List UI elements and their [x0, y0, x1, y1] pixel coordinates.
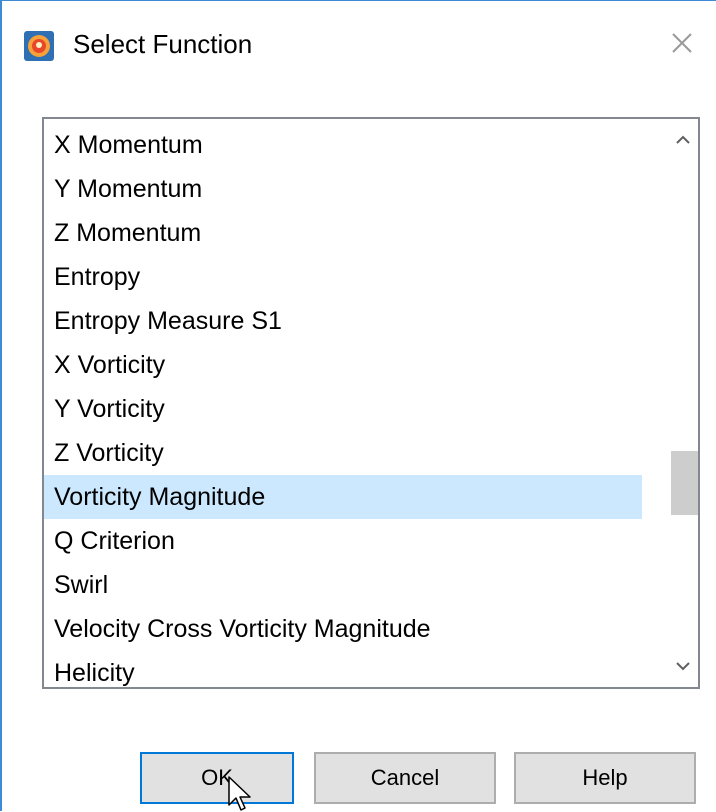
- list-item[interactable]: Y Vorticity: [44, 387, 642, 431]
- list-item[interactable]: X Vorticity: [44, 343, 642, 387]
- close-icon[interactable]: [666, 27, 698, 59]
- chevron-up-icon[interactable]: [668, 119, 698, 159]
- list-item[interactable]: Z Momentum: [44, 211, 642, 255]
- list-item[interactable]: Q Criterion: [44, 519, 642, 563]
- cancel-button[interactable]: Cancel: [314, 752, 496, 804]
- chevron-down-icon[interactable]: [668, 647, 698, 687]
- list-item[interactable]: Velocity Cross Vorticity Magnitude: [44, 607, 642, 651]
- dialog-title: Select Function: [73, 29, 253, 59]
- ok-button[interactable]: OK: [140, 752, 294, 804]
- list-item[interactable]: Entropy: [44, 255, 642, 299]
- list-item[interactable]: Y Momentum: [44, 167, 642, 211]
- list-item[interactable]: Z Vorticity: [44, 431, 642, 475]
- list-item-selected[interactable]: Vorticity Magnitude: [44, 475, 642, 519]
- list-item[interactable]: Helicity: [44, 651, 642, 687]
- list-item[interactable]: X Momentum: [44, 123, 642, 167]
- scrollbar-thumb[interactable]: [671, 451, 698, 515]
- title-bar[interactable]: Select Function: [2, 1, 716, 93]
- function-list: X Momentum Y Momentum Z Momentum Entropy…: [44, 119, 642, 687]
- list-item[interactable]: Swirl: [44, 563, 642, 607]
- tecplot-app-icon: [24, 31, 54, 61]
- list-item[interactable]: Entropy Measure S1: [44, 299, 642, 343]
- function-listbox[interactable]: X Momentum Y Momentum Z Momentum Entropy…: [42, 117, 700, 689]
- select-function-dialog: Select Function X Momentum Y Momentum Z …: [0, 0, 716, 811]
- vertical-scrollbar[interactable]: [668, 119, 698, 687]
- help-button[interactable]: Help: [514, 752, 696, 804]
